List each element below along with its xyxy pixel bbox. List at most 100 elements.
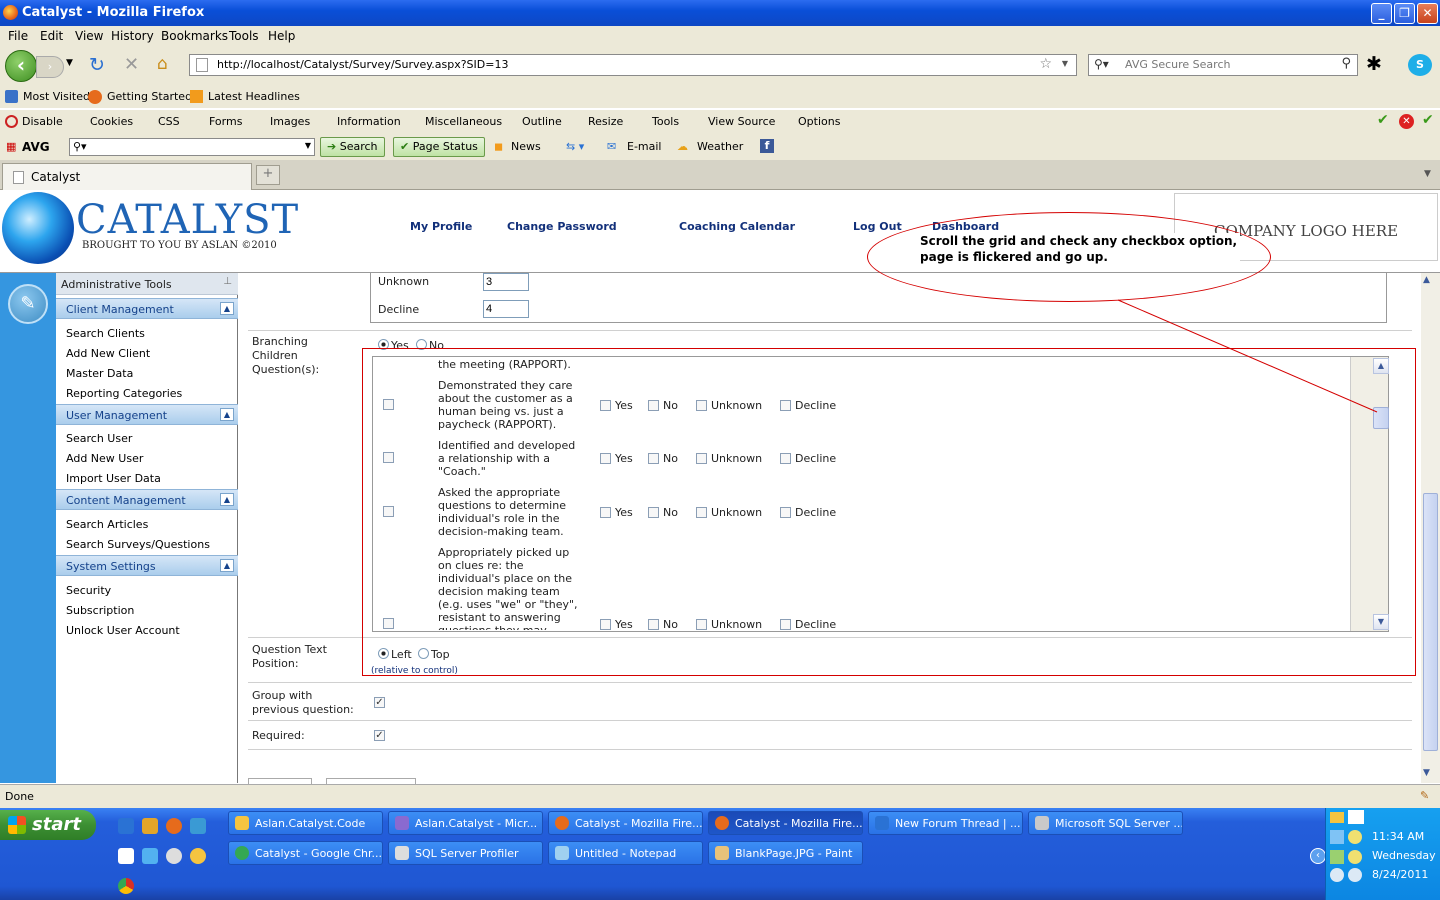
- history-dropdown-icon[interactable]: ▼: [66, 58, 73, 68]
- url-bar[interactable]: http://localhost/Catalyst/Survey/Survey.…: [189, 54, 1077, 76]
- validate-icon[interactable]: ✔: [1422, 112, 1434, 128]
- menu-bookmarks[interactable]: Bookmarks: [161, 29, 228, 43]
- reload-icon[interactable]: ↻: [89, 54, 105, 76]
- taskbar-item[interactable]: Catalyst - Mozilla Fire...: [548, 811, 703, 835]
- avg-search-button[interactable]: ➔ Search: [320, 137, 385, 157]
- wd-cookies[interactable]: Cookies: [90, 115, 133, 128]
- avg-search-input[interactable]: ⚲▾ ▼: [69, 138, 315, 156]
- search-input[interactable]: ⚲▾ AVG Secure Search ⚲: [1088, 54, 1358, 76]
- section-client-management[interactable]: Client Management ▲: [56, 298, 238, 319]
- avg-weather[interactable]: Weather: [697, 140, 743, 153]
- wd-disable[interactable]: Disable: [22, 115, 63, 128]
- vs-tray-icon[interactable]: [1348, 810, 1364, 824]
- sidebar-item-security[interactable]: Security: [66, 584, 111, 597]
- sidebar-item-import-user-data[interactable]: Import User Data: [66, 472, 161, 485]
- menu-tools[interactable]: Tools: [229, 29, 259, 43]
- wd-forms[interactable]: Forms: [209, 115, 242, 128]
- page-scrollbar[interactable]: ▲ ▼: [1421, 273, 1440, 783]
- bookmark-star-icon[interactable]: ☆: [1039, 56, 1052, 72]
- wd-css[interactable]: CSS: [158, 115, 180, 128]
- page-scroll-up-icon[interactable]: ▲: [1423, 275, 1430, 285]
- page-scroll-down-icon[interactable]: ▼: [1423, 768, 1430, 778]
- link-change-password[interactable]: Change Password: [507, 220, 617, 233]
- bookmark-getting-started[interactable]: Getting Started: [107, 90, 192, 103]
- sidebar-item-subscription[interactable]: Subscription: [66, 604, 134, 617]
- ie-quicklaunch-icon[interactable]: [118, 818, 134, 834]
- forward-button[interactable]: ›: [36, 56, 64, 78]
- check-icon[interactable]: ✔: [1377, 112, 1389, 128]
- wd-resize[interactable]: Resize: [588, 115, 623, 128]
- quicklaunch-icon[interactable]: [190, 848, 206, 864]
- clock-time[interactable]: 11:34 AM: [1372, 830, 1424, 843]
- pin-icon[interactable]: ⊥: [223, 276, 232, 287]
- wd-tools[interactable]: Tools: [652, 115, 679, 128]
- maximize-button[interactable]: ❐: [1394, 3, 1415, 24]
- facebook-icon[interactable]: f: [760, 139, 774, 153]
- app-quicklaunch-icon[interactable]: [190, 818, 206, 834]
- collapse-icon[interactable]: ▲: [220, 408, 234, 421]
- search-go-icon[interactable]: ⚲: [1341, 56, 1351, 71]
- outlook-quicklaunch-icon[interactable]: [142, 818, 158, 834]
- wd-view-source[interactable]: View Source: [708, 115, 775, 128]
- avg-news[interactable]: News: [511, 140, 541, 153]
- stop-icon[interactable]: ✕: [124, 54, 139, 75]
- vs-quicklaunch-icon[interactable]: [118, 848, 134, 864]
- sidebar-item-search-user[interactable]: Search User: [66, 432, 132, 445]
- link-my-profile[interactable]: My Profile: [410, 220, 472, 233]
- close-button[interactable]: ✕: [1417, 3, 1438, 24]
- taskbar-item[interactable]: BlankPage.JPG - Paint: [708, 841, 863, 865]
- error-icon[interactable]: ✕: [1399, 114, 1414, 129]
- page-status-button[interactable]: ✔ Page Status: [393, 137, 485, 157]
- section-content-management[interactable]: Content Management ▲: [56, 489, 238, 510]
- chrome-quicklaunch-icon[interactable]: [118, 878, 134, 894]
- collapse-icon[interactable]: ▲: [220, 493, 234, 506]
- wd-miscellaneous[interactable]: Miscellaneous: [425, 115, 502, 128]
- taskbar-item[interactable]: SQL Server Profiler: [388, 841, 543, 865]
- collapse-icon[interactable]: ▲: [220, 559, 234, 572]
- section-system-settings[interactable]: System Settings ▲: [56, 555, 238, 576]
- tray-icon[interactable]: [1348, 850, 1362, 864]
- unknown-value-input[interactable]: [483, 273, 529, 291]
- sidebar-item-add-new-user[interactable]: Add New User: [66, 452, 143, 465]
- taskbar-item[interactable]: New Forum Thread | ...: [868, 811, 1023, 835]
- search-engine-icon[interactable]: ⚲▾: [1094, 57, 1109, 71]
- tray-icon[interactable]: [1330, 850, 1344, 864]
- bookmark-latest-headlines[interactable]: Latest Headlines: [208, 90, 300, 103]
- url-dropdown-icon[interactable]: ▼: [1062, 59, 1068, 68]
- link-log-out[interactable]: Log Out: [853, 220, 902, 233]
- menu-edit[interactable]: Edit: [40, 29, 63, 43]
- network-tray-icon[interactable]: [1330, 830, 1344, 844]
- taskbar-item[interactable]: Aslan.Catalyst.Code: [228, 811, 383, 835]
- section-user-management[interactable]: User Management ▲: [56, 404, 238, 425]
- wd-images[interactable]: Images: [270, 115, 310, 128]
- quicklaunch-icon[interactable]: [166, 848, 182, 864]
- tab-list-icon[interactable]: ▼: [1424, 169, 1431, 179]
- link-coaching-calendar[interactable]: Coaching Calendar: [679, 220, 795, 233]
- sidebar-item-unlock-user-account[interactable]: Unlock User Account: [66, 624, 180, 637]
- tray-icon[interactable]: [1348, 830, 1362, 844]
- quicklaunch-icon[interactable]: [142, 848, 158, 864]
- skype-icon[interactable]: S: [1408, 54, 1432, 76]
- page-scroll-thumb[interactable]: [1423, 493, 1438, 751]
- status-addon-icon[interactable]: ✎: [1420, 789, 1429, 802]
- tab-catalyst[interactable]: Catalyst: [2, 163, 252, 190]
- taskbar-item[interactable]: Catalyst - Google Chr...: [228, 841, 383, 865]
- group-with-previous-checkbox[interactable]: ✓: [374, 697, 385, 708]
- menu-help[interactable]: Help: [268, 29, 295, 43]
- back-button[interactable]: ‹: [5, 50, 37, 82]
- sidebar-item-add-new-client[interactable]: Add New Client: [66, 347, 150, 360]
- collapse-icon[interactable]: ▲: [220, 302, 234, 315]
- minimize-button[interactable]: _: [1371, 3, 1392, 24]
- wd-options[interactable]: Options: [798, 115, 840, 128]
- tray-expand-icon[interactable]: ‹: [1310, 848, 1326, 864]
- firefox-quicklaunch-icon[interactable]: [166, 818, 182, 834]
- menu-history[interactable]: History: [111, 29, 154, 43]
- decline-value-input[interactable]: [483, 300, 529, 318]
- wd-information[interactable]: Information: [337, 115, 401, 128]
- start-button[interactable]: start: [0, 810, 96, 840]
- menu-view[interactable]: View: [75, 29, 103, 43]
- bookmark-most-visited[interactable]: Most Visited: [23, 90, 90, 103]
- sidebar-item-search-surveys[interactable]: Search Surveys/Questions: [66, 538, 210, 551]
- new-tab-button[interactable]: +: [256, 165, 280, 185]
- menu-file[interactable]: File: [8, 29, 28, 43]
